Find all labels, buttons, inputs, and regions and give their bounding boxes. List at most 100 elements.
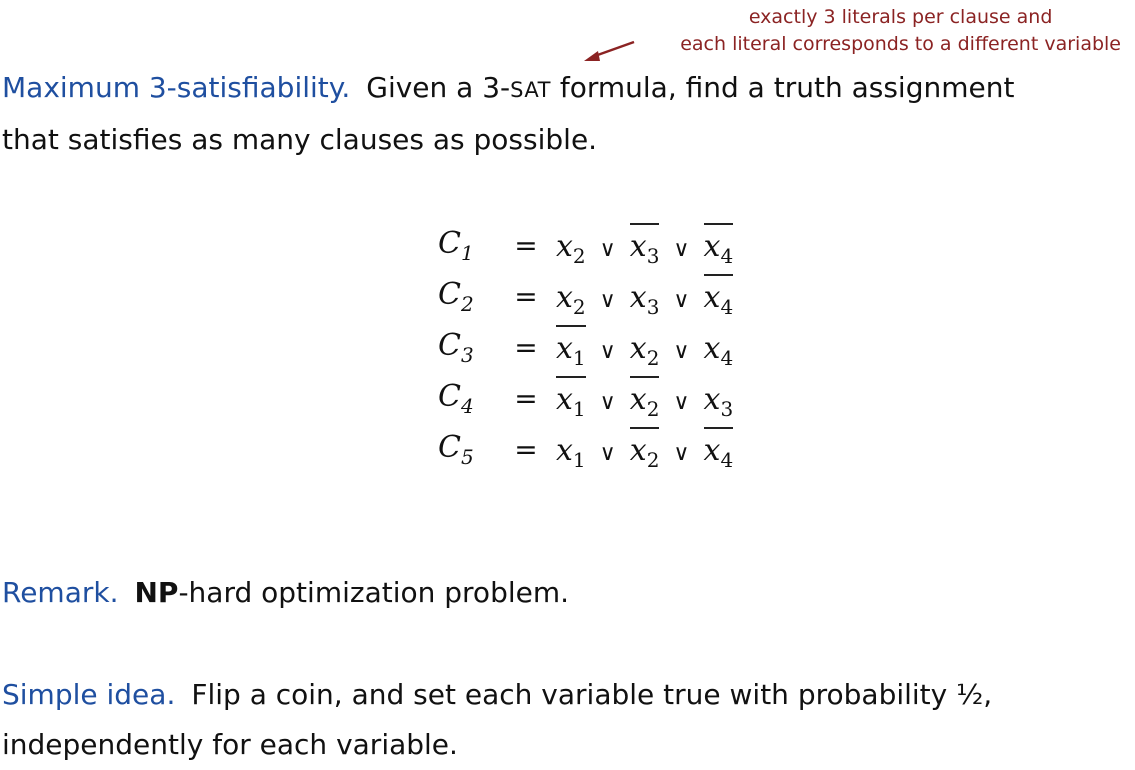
negated-literal: x4 (703, 223, 734, 268)
clause-literals: x1 ∨ x2 ∨ x4 (556, 322, 733, 373)
clause-row: C3 = x1 ∨ x2 ∨ x4 (438, 322, 733, 373)
clause-index: 5 (460, 445, 474, 469)
idea-paragraph: Simple idea. Flip a coin, and set each va… (2, 670, 992, 770)
literal-variable: x (556, 280, 573, 315)
equals-sign: = (514, 382, 538, 415)
equals-sign: = (514, 229, 538, 262)
literal: x2 (556, 229, 586, 268)
or-operator: ∨ (673, 390, 690, 415)
clause-letter: C (438, 430, 461, 465)
literal-subscript: 1 (572, 448, 586, 472)
negated-literal: x3 (629, 223, 660, 268)
literal-variable: x (556, 331, 573, 366)
or-operator: ∨ (599, 390, 616, 415)
negated-literal: x1 (556, 376, 586, 421)
clause-literals: x1 ∨ x2 ∨ x3 (556, 373, 733, 424)
remark-text: -hard optimization problem. (178, 576, 570, 609)
literal-subscript: 3 (720, 397, 734, 421)
literal-variable: x (556, 229, 573, 264)
or-operator: ∨ (673, 339, 690, 364)
literal-variable: x (629, 331, 647, 366)
clause-table: C1 = x2 ∨ x3 ∨ x4 C2 = x2 ∨ x3 ∨ x4 C3 = x1 ∨ x2 ∨ x4 C4 = x1 ∨ x… (438, 220, 734, 475)
definition-paragraph: Maximum 3-satisfiability. Given a 3-SAT f… (2, 63, 1014, 165)
remark-paragraph: Remark. NP-hard optimization problem. (2, 568, 569, 618)
annotation-line-1: exactly 3 literals per clause and (748, 6, 1053, 28)
clause-list: C1 = x2 ∨ x3 ∨ x4 C2 = x2 ∨ x3 ∨ x4 C3 = x1 ∨ x2 ∨ x4 C4 = x1 ∨ x… (438, 220, 734, 475)
definition-line-1: Maximum 3-satisfiability. Given a 3-SAT f… (2, 63, 1014, 115)
clause-literals: x2 ∨ x3 ∨ x4 (556, 220, 734, 271)
literal: x4 (704, 331, 734, 370)
literal-subscript: 2 (572, 244, 586, 268)
idea-keyword: Simple idea. (2, 678, 176, 711)
negated-literal: x1 (556, 325, 586, 370)
literal-variable: x (703, 331, 721, 366)
literal: x2 (630, 331, 660, 370)
clause-index: 4 (460, 394, 474, 418)
literal-subscript: 3 (646, 295, 660, 319)
literal-variable: x (629, 382, 647, 417)
equals-sign: = (514, 331, 538, 364)
remark-bold: NP (134, 576, 179, 609)
or-operator: ∨ (599, 339, 616, 364)
equals-sign: = (514, 433, 538, 466)
negated-literal: x4 (703, 427, 734, 472)
or-operator: ∨ (673, 237, 690, 262)
literal-variable: x (703, 382, 721, 417)
idea-line-2: independently for each variable. (2, 728, 458, 761)
definition-text-after: formula, find a truth assignment (550, 71, 1015, 104)
clause-index: 2 (460, 292, 474, 316)
literal: x3 (704, 382, 734, 421)
idea-text: Flip a coin, and set each variable true … (191, 678, 993, 711)
or-operator: ∨ (673, 288, 690, 313)
clause-name: C1 (438, 220, 496, 271)
or-operator: ∨ (599, 288, 616, 313)
or-operator: ∨ (599, 237, 616, 262)
literal-variable: x (703, 433, 721, 468)
literal-variable: x (703, 280, 721, 315)
equals-sign: = (514, 280, 538, 313)
idea-line-1: Simple idea. Flip a coin, and set each va… (2, 670, 992, 720)
or-operator: ∨ (673, 441, 690, 466)
literal-subscript: 2 (572, 295, 586, 319)
clause-name: C3 (438, 322, 496, 373)
clause-letter: C (438, 328, 461, 363)
clause-literals: x2 ∨ x3 ∨ x4 (556, 271, 734, 322)
literal-variable: x (629, 280, 647, 315)
clause-name: C2 (438, 271, 496, 322)
clause-literals: x1 ∨ x2 ∨ x4 (556, 424, 734, 475)
clause-letter: C (438, 379, 461, 414)
literal-variable: x (556, 382, 573, 417)
clause-letter: C (438, 277, 461, 312)
literal: x2 (556, 280, 586, 319)
definition-smallcaps: SAT (510, 78, 551, 102)
literal-subscript: 4 (720, 244, 734, 268)
clause-row: C1 = x2 ∨ x3 ∨ x4 (438, 220, 734, 271)
clause-index: 3 (460, 343, 474, 367)
literal-subscript: 1 (572, 346, 586, 370)
literal: x3 (630, 280, 660, 319)
literal-subscript: 4 (720, 448, 734, 472)
literal-variable: x (629, 229, 647, 264)
literal-variable: x (703, 229, 721, 264)
negated-literal: x2 (629, 427, 660, 472)
clause-index: 1 (460, 241, 474, 265)
clause-row: C4 = x1 ∨ x2 ∨ x3 (438, 373, 733, 424)
literal-variable: x (556, 433, 573, 468)
annotation-note: exactly 3 literals per clause and each l… (680, 4, 1121, 58)
or-operator: ∨ (599, 441, 616, 466)
clause-row: C2 = x2 ∨ x3 ∨ x4 (438, 271, 734, 322)
literal: x1 (556, 433, 586, 472)
literal-subscript: 2 (646, 397, 660, 421)
annotation-line-2: each literal corresponds to a different … (680, 33, 1121, 55)
annotation-arrow-icon (584, 40, 635, 61)
clause-row: C5 = x1 ∨ x2 ∨ x4 (438, 424, 734, 475)
negated-literal: x4 (703, 274, 734, 319)
literal-subscript: 2 (646, 448, 660, 472)
literal-subscript: 1 (572, 397, 586, 421)
literal-subscript: 3 (646, 244, 660, 268)
literal-subscript: 2 (646, 346, 660, 370)
literal-subscript: 4 (720, 346, 734, 370)
definition-keyword: Maximum 3-satisfiability. (2, 71, 351, 104)
clause-name: C5 (438, 424, 496, 475)
negated-literal: x2 (629, 376, 660, 421)
